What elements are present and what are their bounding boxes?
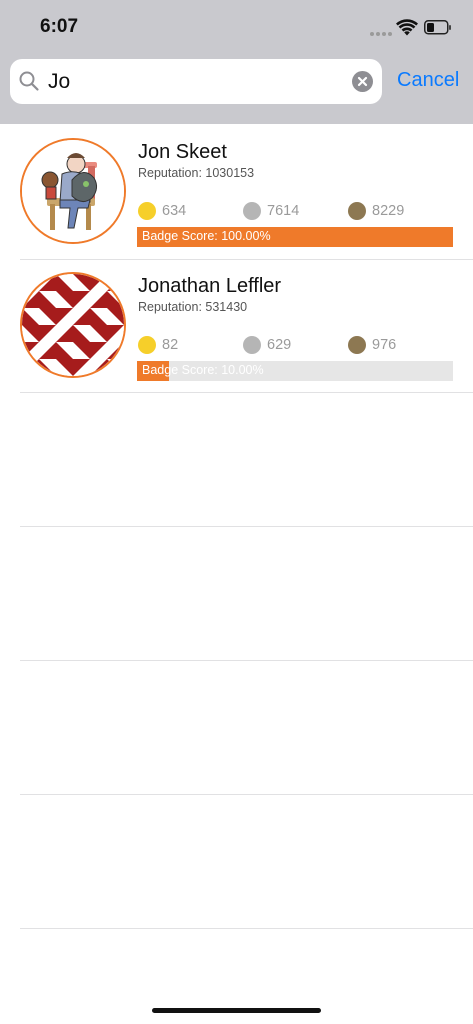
home-indicator[interactable] (152, 1008, 321, 1013)
list-item-user[interactable]: Jonathan Leffler Reputation: 531430 82 6… (0, 258, 473, 392)
gold-badge-icon (138, 336, 156, 354)
bronze-badge-icon (348, 336, 366, 354)
badge-score-bar: Badge Score: 100.00% (137, 227, 453, 247)
badge-score-bar: Badge Score: 10.00% (137, 361, 453, 381)
clear-icon[interactable] (352, 71, 373, 92)
user-reputation: Reputation: 531430 (138, 300, 248, 314)
status-time: 6:07 (40, 16, 79, 37)
silver-badge-icon (243, 202, 261, 220)
list-item-user[interactable]: Jon Skeet Reputation: 1030153 634 7614 8… (0, 124, 473, 258)
gold-badge-icon (138, 202, 156, 220)
badge-score-label: Badge Score: 10.00% (142, 363, 264, 377)
cellular-icon (370, 31, 392, 36)
silver-badge-value: 629 (267, 337, 292, 353)
wifi-icon (396, 19, 418, 36)
status-bar: 6:07 (0, 0, 473, 58)
user-name: Jonathan Leffler (138, 275, 282, 297)
avatar (20, 138, 126, 244)
row-separator (20, 660, 473, 661)
gold-badge-value: 82 (162, 337, 179, 353)
cancel-button[interactable]: Cancel (397, 69, 459, 92)
gold-badge-value: 634 (162, 203, 187, 219)
search-icon (19, 71, 39, 91)
user-reputation: Reputation: 1030153 (138, 166, 255, 180)
row-separator (20, 794, 473, 795)
search-input[interactable] (48, 67, 338, 97)
avatar (20, 272, 126, 378)
row-separator (20, 928, 473, 929)
search-field[interactable] (10, 59, 382, 104)
silver-badge-value: 7614 (267, 203, 300, 219)
silver-badge-icon (243, 336, 261, 354)
battery-icon (424, 20, 451, 35)
user-name: Jon Skeet (138, 141, 227, 163)
bronze-badge-value: 976 (372, 337, 397, 353)
search-header: 6:07 Cancel (0, 0, 473, 124)
row-separator (20, 392, 473, 393)
row-separator (20, 526, 473, 527)
bronze-badge-icon (348, 202, 366, 220)
badge-score-label: Badge Score: 100.00% (142, 229, 271, 243)
bronze-badge-value: 8229 (372, 203, 405, 219)
